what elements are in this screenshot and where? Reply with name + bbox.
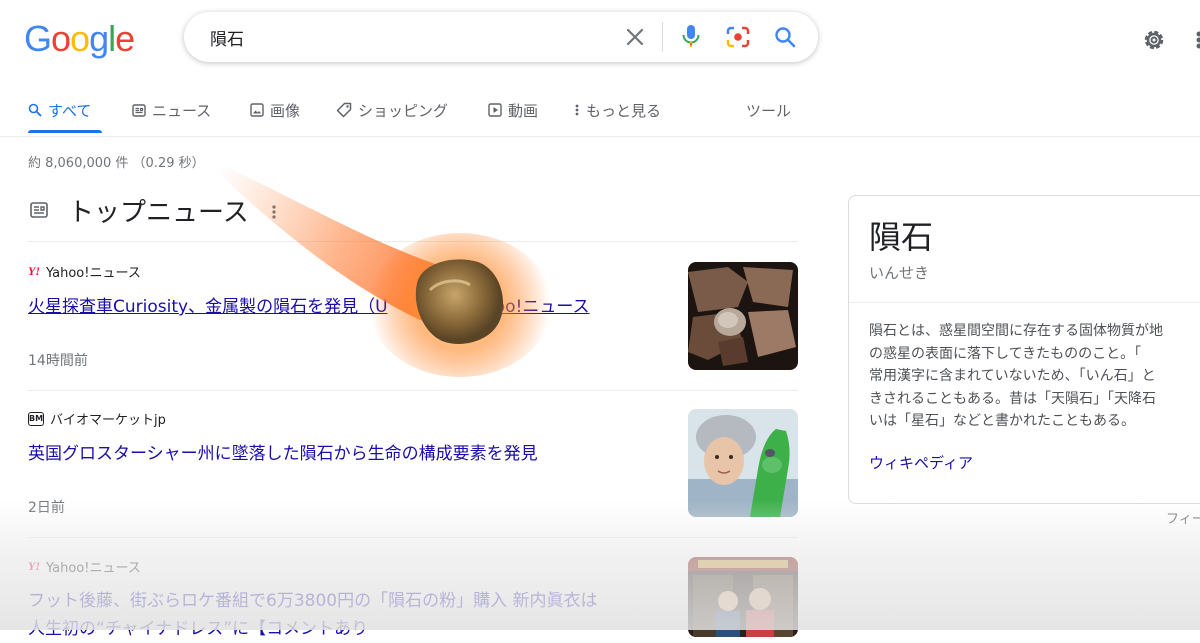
tab-all[interactable]: すべて <box>28 96 91 124</box>
tab-images[interactable]: 画像 <box>250 96 300 124</box>
headline-line: 人生初の“チャイナドレス”に【コメントあり <box>28 619 368 639</box>
tab-label: もっと見る <box>586 100 661 121</box>
apps-grid-icon[interactable] <box>1194 26 1200 54</box>
logo-letter: g <box>89 18 108 59</box>
tv-show-thumbnail[interactable] <box>688 557 798 637</box>
settings-gear-icon[interactable] <box>1140 26 1168 54</box>
kp-description-line: 常用漢字に含まれていないため、「いん石」と <box>869 368 1156 384</box>
kp-reading: いんせき <box>869 262 929 283</box>
divider <box>28 390 798 391</box>
kp-description-line: の惑星の表面に落下してきたもののこと。「 <box>869 346 1141 362</box>
mars-rover-thumbnail[interactable] <box>688 262 798 370</box>
headline-line: フット後藤、街ぶらロケ番組で6万3800円の「隕石の粉」購入 新内眞衣は <box>28 591 597 611</box>
active-tab-indicator <box>28 130 102 133</box>
top-news-header: トップニュース <box>28 192 798 234</box>
clear-icon[interactable] <box>622 24 648 50</box>
tab-label: 動画 <box>508 100 538 121</box>
source-name: バイオマーケットjp <box>50 409 166 428</box>
yahoo-logo: Y! <box>28 264 40 279</box>
news-headline-link[interactable]: フット後藤、街ぶらロケ番組で6万3800円の「隕石の粉」購入 新内眞衣は 人生初… <box>28 587 597 643</box>
news-source: BM バイオマーケットjp <box>28 409 166 428</box>
result-stats: 約 8,060,000 件 （0.29 秒） <box>28 152 205 171</box>
search-icon[interactable] <box>772 24 798 50</box>
tab-more[interactable]: もっと見る <box>574 96 661 124</box>
search-icon <box>28 103 42 117</box>
google-logo[interactable]: Google <box>24 18 134 60</box>
divider <box>28 537 798 538</box>
more-vert-icon <box>574 103 580 117</box>
top-news-title: トップニュース <box>68 192 249 229</box>
news-icon <box>30 202 48 218</box>
tag-icon <box>336 102 352 118</box>
kp-title: 隕石 <box>869 212 933 258</box>
tab-videos[interactable]: 動画 <box>488 96 538 124</box>
tab-news[interactable]: ニュース <box>132 96 211 124</box>
kp-description-line: 隕石とは、惑星間空間に存在する固体物質が地 <box>869 323 1163 339</box>
news-headline-link[interactable]: 火星探査車Curiosity、金属製の隕石を発見（U Yahoo!ニュース <box>28 292 590 317</box>
kp-description-line: きされることもある。昔は「天隕石」「天降石 <box>869 391 1156 407</box>
tab-label: すべて <box>48 100 91 121</box>
tab-label: ショッピング <box>358 100 448 121</box>
news-time: 2日前 <box>28 497 65 517</box>
news-time: 14時間前 <box>28 350 88 370</box>
logo-letter: e <box>115 18 134 59</box>
news-headline-link[interactable]: 英国グロスターシャー州に墜落した隕石から生命の構成要素を発見 <box>28 439 538 464</box>
tab-shopping[interactable]: ショッピング <box>336 96 448 124</box>
news-source: Y! Yahoo!ニュース <box>28 557 141 576</box>
headline-tail: Yahoo!ニュース <box>466 297 590 317</box>
kp-description: 隕石とは、惑星間空間に存在する固体物質が地 の惑星の表面に落下してきたもののこと… <box>869 320 1200 433</box>
tabs-border <box>0 136 1200 137</box>
search-divider <box>662 22 663 52</box>
video-icon <box>488 103 502 117</box>
news-source: Y! Yahoo!ニュース <box>28 262 141 281</box>
tools-button[interactable]: ツール <box>746 96 791 124</box>
logo-letter: G <box>24 18 51 59</box>
mic-icon[interactable] <box>678 24 704 50</box>
search-input[interactable]: 隕石 <box>210 25 244 50</box>
source-name: Yahoo!ニュース <box>46 557 141 576</box>
more-vert-icon[interactable] <box>271 204 277 220</box>
scientist-thumbnail[interactable] <box>688 409 798 517</box>
logo-letter: o <box>70 18 89 59</box>
yahoo-logo: Y! <box>28 559 40 574</box>
biomarket-logo: BM <box>28 412 44 426</box>
source-name: Yahoo!ニュース <box>46 262 141 281</box>
headline-text: 火星探査車Curiosity、金属製の隕石を発見（U <box>28 297 388 317</box>
tools-label: ツール <box>746 100 791 121</box>
image-icon <box>250 103 264 117</box>
tab-label: ニュース <box>152 100 211 121</box>
wikipedia-link[interactable]: ウィキペディア <box>869 452 973 473</box>
news-icon <box>132 104 146 117</box>
search-box[interactable]: 隕石 <box>184 12 818 62</box>
tab-label: 画像 <box>270 100 300 121</box>
divider <box>28 241 798 242</box>
kp-description-line: いは「星石」などと書かれたこともある。 <box>869 413 1135 429</box>
feedback-link[interactable]: フィー <box>1166 508 1200 527</box>
camera-icon[interactable] <box>725 24 751 50</box>
logo-letter: o <box>51 18 70 59</box>
knowledge-panel: 隕石 いんせき 隕石とは、惑星間空間に存在する固体物質が地 の惑星の表面に落下し… <box>848 195 1200 504</box>
divider <box>849 302 1200 303</box>
